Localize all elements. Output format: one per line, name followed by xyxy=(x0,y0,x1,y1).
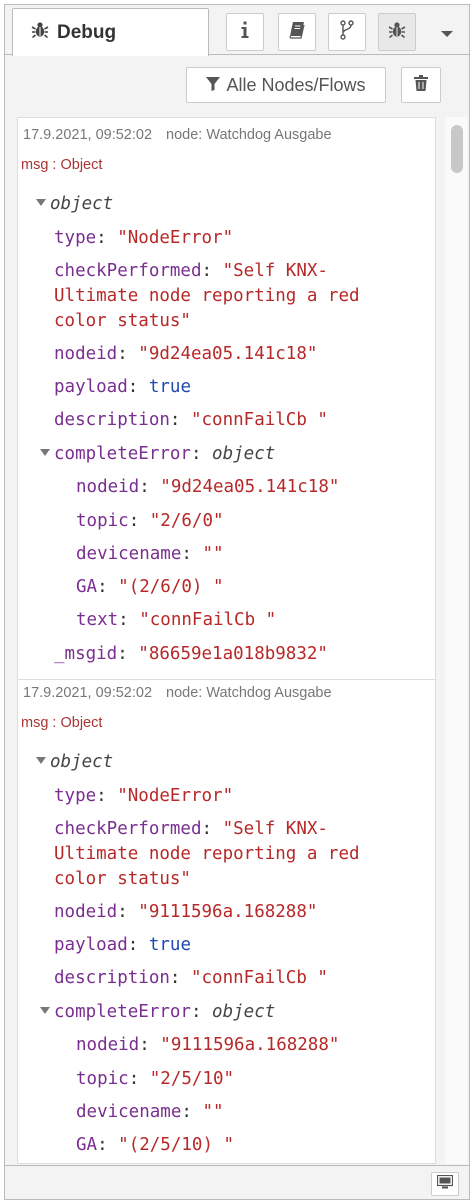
message-type: msg : Object xyxy=(21,157,103,173)
message-timestamp: 17.9.2021, 09:52:02 xyxy=(23,127,153,143)
property-payload: payload: true xyxy=(54,377,191,397)
property-ce-topic: topic: "2/5/10" xyxy=(76,1069,235,1089)
property-nodeid: nodeid: "9111596a.168288" xyxy=(54,902,318,922)
caret-down-icon xyxy=(40,449,50,456)
message-timestamp: 17.9.2021, 09:52:02 xyxy=(23,685,153,701)
sidebar-header: Debug xyxy=(5,5,469,56)
message-divider xyxy=(18,679,435,680)
message-meta: 17.9.2021, 09:52:02 node: Watchdog Ausgab… xyxy=(23,685,332,701)
property-msgid: _msgid: "86659e1a018b9832" xyxy=(54,644,328,664)
property-ce-ga: GA: "(2/6/0) " xyxy=(76,577,224,597)
property-payload: payload: true xyxy=(54,935,191,955)
property-checkperformed-cont: color status" xyxy=(54,311,191,331)
open-debug-window-button[interactable] xyxy=(431,1172,459,1196)
debug-sidebar: Debug Alle Nodes/Flows 17.9.2021, 09:52:… xyxy=(4,4,470,1200)
property-checkperformed-cont: color status" xyxy=(54,869,191,889)
message-node-link[interactable]: node: Watchdog Ausgabe xyxy=(166,685,332,701)
tree-root-label: object xyxy=(50,194,114,214)
filter-label: Alle Nodes/Flows xyxy=(226,74,366,95)
property-ce-topic: topic: "2/6/0" xyxy=(76,511,224,531)
tree-root-toggle[interactable]: object xyxy=(36,750,113,775)
caret-down-icon xyxy=(36,757,46,764)
caret-down-icon xyxy=(40,1007,50,1014)
property-ce-ga: GA: "(2/5/10) " xyxy=(76,1135,235,1155)
caret-down-icon xyxy=(440,25,454,43)
property-completeerror-toggle[interactable]: completeError: object xyxy=(40,1000,275,1025)
help-button[interactable] xyxy=(278,13,316,51)
property-checkperformed-cont: Ultimate node reporting a red xyxy=(54,844,360,864)
info-button[interactable] xyxy=(226,13,264,51)
bug-icon xyxy=(388,21,406,44)
filter-icon xyxy=(206,75,226,96)
book-icon xyxy=(288,21,306,44)
tab-debug-label: Debug xyxy=(57,21,117,43)
property-type: type: "NodeError" xyxy=(54,786,234,806)
clear-messages-button[interactable] xyxy=(401,67,441,103)
property-ce-nodeid: nodeid: "9d24ea05.141c18" xyxy=(76,477,340,497)
info-icon xyxy=(238,21,252,44)
bug-icon xyxy=(31,21,49,44)
property-description: description: "connFailCb " xyxy=(54,410,328,430)
message-meta: 17.9.2021, 09:52:02 node: Watchdog Ausgab… xyxy=(23,127,332,143)
property-ce-text: text: "connFailCb " xyxy=(76,610,277,630)
sidebar-menu-button[interactable] xyxy=(429,17,465,51)
trash-icon xyxy=(414,74,428,96)
message-list-scrollbar[interactable] xyxy=(445,117,467,1164)
branch-icon xyxy=(339,19,355,45)
scrollbar-thumb[interactable] xyxy=(451,125,463,173)
context-button[interactable] xyxy=(328,13,366,51)
property-type: type: "NodeError" xyxy=(54,228,234,248)
debug-button[interactable] xyxy=(378,13,416,51)
sidebar-footer xyxy=(5,1165,469,1199)
property-checkperformed: checkPerformed: "Self KNX- xyxy=(54,261,328,281)
property-completeerror-toggle[interactable]: completeError: object xyxy=(40,442,275,467)
property-description: description: "connFailCb " xyxy=(54,968,328,988)
tab-debug[interactable]: Debug xyxy=(12,8,209,56)
tree-root-label: object xyxy=(50,752,114,772)
property-checkperformed-cont: Ultimate node reporting a red xyxy=(54,286,360,306)
debug-message-list[interactable]: 17.9.2021, 09:52:02 node: Watchdog Ausgab… xyxy=(17,117,436,1164)
property-ce-devicename: devicename: "" xyxy=(76,1102,224,1122)
property-nodeid: nodeid: "9d24ea05.141c18" xyxy=(54,344,318,364)
property-ce-devicename: devicename: "" xyxy=(76,544,224,564)
tree-root-toggle[interactable]: object xyxy=(36,192,113,217)
monitor-icon xyxy=(436,1174,454,1194)
property-checkperformed: checkPerformed: "Self KNX- xyxy=(54,819,328,839)
caret-down-icon xyxy=(36,199,46,206)
message-type: msg : Object xyxy=(21,715,103,731)
property-ce-nodeid: nodeid: "9111596a.168288" xyxy=(76,1035,340,1055)
filter-nodes-button[interactable]: Alle Nodes/Flows xyxy=(186,67,386,103)
message-node-link[interactable]: node: Watchdog Ausgabe xyxy=(166,127,332,143)
